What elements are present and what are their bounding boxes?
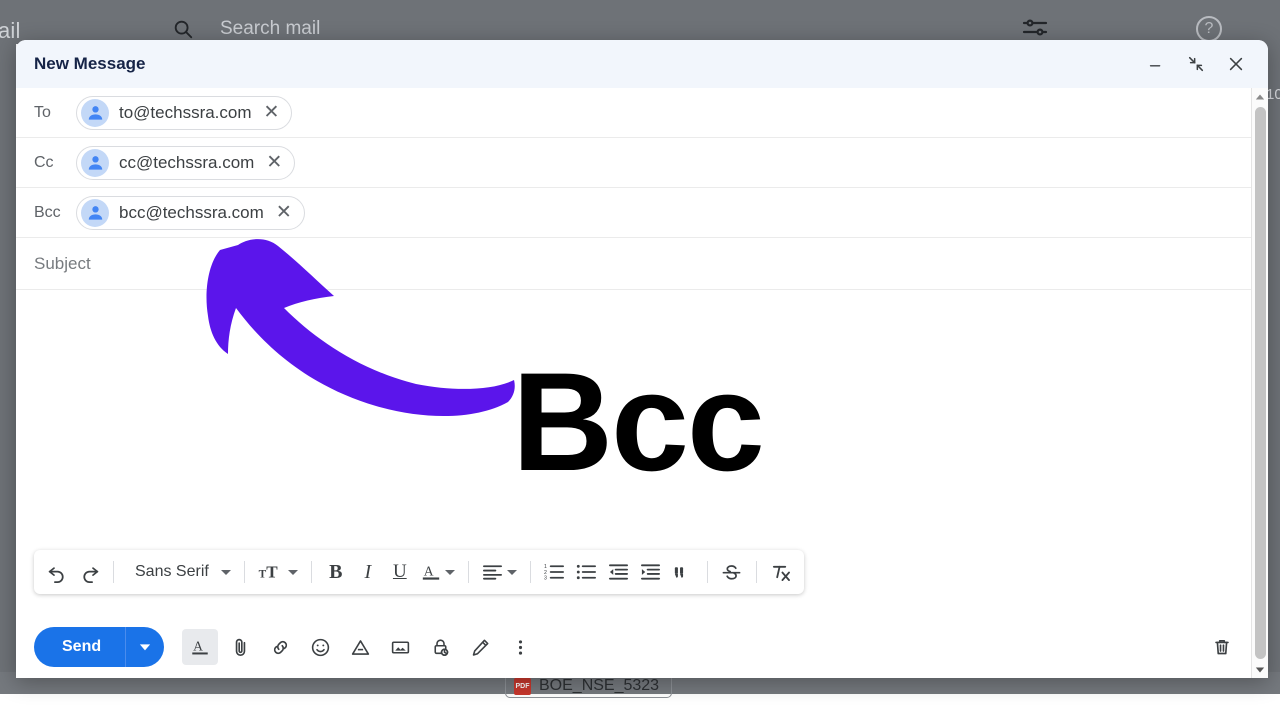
font-size-selector[interactable]: T T [254, 555, 302, 589]
attach-file-icon[interactable] [222, 629, 258, 665]
send-button[interactable]: Send [34, 627, 125, 667]
recipient-row-bcc[interactable]: Bcc bcc@techssra.com ✕ [16, 188, 1268, 238]
numbered-list-icon[interactable]: 1 2 3 [540, 555, 570, 589]
divider [310, 561, 312, 583]
chevron-down-icon [444, 569, 455, 575]
subject-row[interactable]: Subject [16, 238, 1268, 290]
gmail-logo-text: ail [0, 18, 21, 43]
chevron-down-icon [287, 569, 298, 575]
font-family-value: Sans Serif [135, 563, 209, 580]
recipient-chip-to[interactable]: to@techssra.com ✕ [76, 95, 293, 130]
formatting-options-icon[interactable]: A [182, 629, 219, 665]
send-options-icon[interactable] [126, 627, 164, 667]
recipient-label-bcc: Bcc [34, 203, 61, 221]
recipient-label-cc: Cc [34, 153, 54, 171]
insert-photo-icon[interactable] [382, 629, 418, 665]
search-input[interactable]: Search mail [220, 18, 320, 40]
remove-recipient-cc-icon[interactable]: ✕ [264, 153, 284, 172]
strikethrough-icon[interactable] [717, 555, 747, 589]
send-button-group[interactable]: Send [34, 627, 165, 667]
scroll-up-icon[interactable] [1252, 88, 1269, 105]
italic-button[interactable]: I [353, 555, 383, 589]
underline-button[interactable]: U [385, 555, 415, 589]
text-color-button[interactable]: A [417, 555, 459, 589]
divider [243, 561, 245, 583]
remove-recipient-bcc-icon[interactable]: ✕ [274, 203, 294, 222]
gmail-left-strip [0, 44, 16, 692]
compose-window: New Message To to@techssra.com ✕ Cc cc@t… [16, 40, 1268, 678]
redo-icon[interactable] [74, 555, 104, 589]
message-body-input[interactable] [16, 290, 1268, 526]
formatting-toolbar: Sans Serif T T B I U A 1 2 3 [34, 550, 804, 594]
insert-link-icon[interactable] [262, 629, 298, 665]
message-count: 10 [1266, 86, 1280, 103]
divider [113, 561, 114, 583]
recipient-row-to[interactable]: To to@techssra.com ✕ [16, 88, 1268, 138]
divider [706, 561, 708, 583]
svg-text:A: A [193, 639, 203, 654]
divider [467, 561, 469, 583]
page-title: New Message [34, 54, 146, 73]
exit-full-screen-button[interactable] [1186, 54, 1206, 74]
align-button[interactable] [478, 555, 521, 589]
svg-text:T: T [266, 563, 278, 581]
divider [529, 561, 531, 583]
bold-button[interactable]: B [321, 555, 351, 589]
avatar [81, 198, 109, 227]
recipient-email-cc: cc@techssra.com [119, 152, 255, 172]
recipient-chip-cc[interactable]: cc@techssra.com ✕ [76, 145, 296, 180]
compose-header: New Message [16, 40, 1268, 88]
search-icon [172, 18, 194, 40]
discard-draft-icon[interactable] [1204, 629, 1240, 665]
remove-recipient-to-icon[interactable]: ✕ [262, 103, 282, 122]
recipient-email-to: to@techssra.com [119, 102, 252, 122]
indent-more-icon[interactable] [636, 555, 666, 589]
chevron-down-icon [220, 569, 231, 575]
compose-scrollbar[interactable] [1251, 88, 1268, 678]
font-family-selector[interactable]: Sans Serif [123, 555, 235, 589]
close-button[interactable] [1226, 54, 1246, 74]
avatar [81, 98, 109, 127]
insert-signature-icon[interactable] [462, 629, 498, 665]
compose-action-bar: Send A [16, 616, 1268, 678]
tune-icon[interactable] [1022, 18, 1048, 38]
insert-emoji-icon[interactable] [302, 629, 338, 665]
subject-input[interactable]: Subject [34, 254, 91, 274]
pdf-badge: PDF [514, 677, 531, 695]
scrollbar-thumb[interactable] [1254, 107, 1266, 659]
chevron-down-icon [506, 569, 517, 575]
undo-icon[interactable] [42, 555, 72, 589]
bulleted-list-icon[interactable] [572, 555, 602, 589]
recipient-chip-bcc[interactable]: bcc@techssra.com ✕ [76, 195, 305, 230]
divider [755, 561, 757, 583]
recipient-row-cc[interactable]: Cc cc@techssra.com ✕ [16, 138, 1268, 188]
recipient-label-to: To [34, 103, 51, 121]
more-options-icon[interactable] [502, 629, 538, 665]
confidential-mode-icon[interactable] [422, 629, 458, 665]
svg-text:A: A [424, 564, 434, 579]
insert-drive-icon[interactable] [342, 629, 378, 665]
indent-less-icon[interactable] [604, 555, 634, 589]
recipient-email-bcc: bcc@techssra.com [119, 202, 264, 222]
minimize-button[interactable] [1146, 54, 1166, 74]
window-controls [1146, 54, 1254, 74]
remove-formatting-icon[interactable] [766, 555, 796, 589]
scroll-down-icon[interactable] [1252, 661, 1269, 678]
attachment-name: BOE_NSE_5323 [539, 677, 660, 694]
quote-button[interactable] [668, 555, 698, 589]
svg-text:3: 3 [544, 576, 547, 581]
avatar [81, 148, 109, 177]
help-icon[interactable]: ? [1196, 16, 1222, 42]
